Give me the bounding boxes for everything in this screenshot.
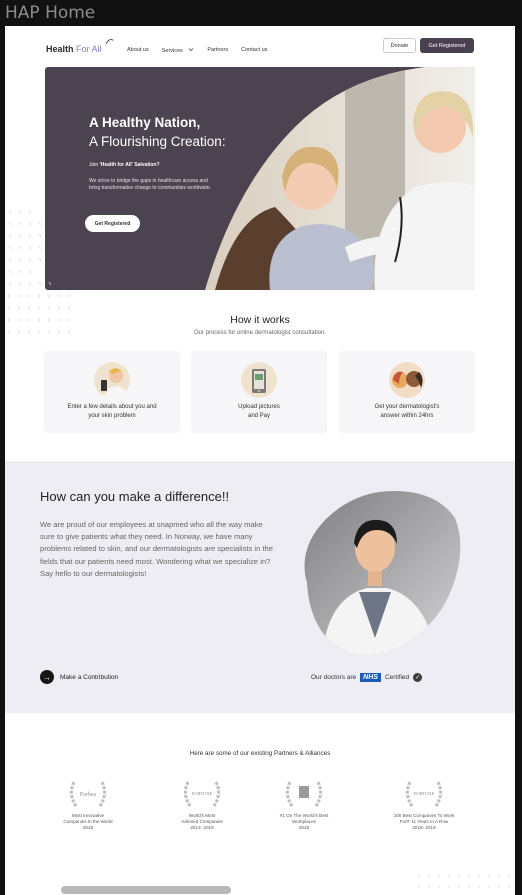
get-registered-button[interactable]: Get Registered [420, 38, 474, 53]
arrow-right-icon: → [40, 670, 54, 684]
award-3-line-3: 2018 [298, 824, 310, 830]
award-1-line-2: Companies In the World [63, 818, 113, 824]
certified-label: Certified [384, 674, 410, 681]
decorative-dash-pattern-bottom [418, 875, 510, 888]
hero-title-rest: A Flourishing Creation: [89, 134, 226, 149]
award-1-line-3: 2018 [82, 824, 94, 830]
award-4-line-3: 2018- 2019 [412, 824, 436, 830]
award-2-line-3: 2013- 2019 [190, 824, 214, 830]
chevron-down-icon [189, 48, 194, 51]
step-3-line-1: Get your dermatologist's [374, 404, 440, 410]
step-text: Upload pictures and Pay [191, 403, 327, 421]
difference-section: How can you make a difference!! We are p… [5, 461, 515, 713]
step-text: Get your dermatologist's answer within 2… [339, 403, 475, 421]
logo-accent: For All [76, 44, 102, 54]
nav-partners[interactable]: Partners [207, 47, 228, 54]
award-caption: 100 Best Companies To Work For® 11 Years… [379, 813, 469, 830]
doctors-prefix: Our doctors are [311, 674, 357, 681]
laurel-icon [285, 781, 323, 807]
laurel-icon: FORTUNE [183, 781, 221, 807]
nav-services[interactable]: Services [162, 47, 195, 54]
how-it-works-title: How it works [230, 314, 290, 326]
award-2-line-1: World's Most [188, 813, 216, 818]
award-3-line-1: #1 On The World's Best [279, 813, 329, 818]
upload-illustration-icon [241, 362, 277, 398]
laurel-icon: Forbes [69, 781, 107, 807]
hero-title: A Healthy Nation, A Flourishing Creation… [89, 113, 226, 151]
donate-button[interactable]: Donate [383, 38, 416, 53]
award-caption: World's Most Admired Companies 2013- 201… [157, 813, 247, 830]
step-2-line-2: and Pay [247, 413, 271, 419]
step-1-line-1: Enter a few details about you and [67, 404, 157, 410]
award-logo: FORTUNE [192, 791, 213, 796]
step-1-line-2: your skin problem [88, 413, 136, 419]
award-fortune-admired: FORTUNE World's Most Admired Companies 2… [157, 778, 247, 830]
make-contribution-link[interactable]: → Make a Contribution [40, 670, 118, 684]
step-text: Enter a few details about you and your s… [44, 403, 180, 421]
nhs-logo: NHS [360, 673, 381, 682]
step-card-answer: Get your dermatologist's answer within 2… [339, 351, 475, 433]
nav-about-us[interactable]: About us [127, 47, 149, 54]
difference-title: How can you make a difference!! [40, 489, 230, 504]
award-forbes: Forbes Most Innovative Companies In the … [43, 778, 133, 830]
hero-sub-bold: 'Health for All' Salvation? [99, 162, 160, 168]
logo-main: Health [46, 44, 74, 54]
step-2-line-1: Upload pictures [238, 404, 280, 410]
logo-swoosh-icon [105, 39, 114, 45]
hero-banner: A Healthy Nation, A Flourishing Creation… [45, 67, 475, 290]
difference-text: We are proud of our employees at snapmed… [40, 520, 273, 578]
hero-title-bold: A Healthy Nation, [89, 115, 201, 130]
conversation-illustration-icon [389, 362, 425, 398]
phone-illustration-icon [94, 362, 130, 398]
how-it-works-subtitle: Our process for online dermatologist con… [193, 330, 327, 336]
award-4-line-1: 100 Best Companies To Work [393, 813, 455, 818]
hero-sub-prefix: Join [89, 162, 100, 168]
nhs-certified-badge: Our doctors are NHS Certified ✓ [311, 673, 423, 682]
hero-description: We strive to bridge the gaps in healthca… [89, 178, 211, 191]
award-2-line-2: Admired Companies [181, 818, 223, 824]
award-3-line-2: Workplaces [292, 818, 316, 824]
step-3-line-2: answer within 24hrs [380, 413, 434, 419]
award-best-workplaces: #1 On The World's Best Workplaces 2018 [259, 778, 349, 830]
contribution-label: Make a Contribution [60, 673, 119, 681]
logo[interactable]: Health For All [46, 44, 102, 54]
page: Health For All About us Services Partner… [5, 26, 515, 895]
award-1-line-1: Most Innovative [71, 813, 105, 818]
main-nav: About us Services Partners Contact us [127, 47, 267, 54]
award-4-line-2: For® 11 Years In A Row [399, 818, 449, 824]
dermatologist-photo [304, 490, 461, 656]
nav-services-label: Services [161, 48, 183, 54]
check-icon: ✓ [413, 673, 423, 682]
nav-contact-us[interactable]: Contact us [241, 47, 267, 54]
step-card-details: Enter a few details about you and your s… [44, 351, 180, 433]
partners-title: Here are some of our existing Partners &… [189, 750, 331, 757]
horizontal-scrollbar[interactable] [61, 886, 231, 894]
hero-get-registered-button[interactable]: Get Registered [85, 215, 140, 232]
laurel-icon: FORTUNE [405, 781, 443, 807]
award-logo: Forbes [80, 792, 97, 798]
award-caption: Most Innovative Companies In the World 2… [43, 813, 133, 830]
award-caption: #1 On The World's Best Workplaces 2018 [259, 813, 349, 830]
step-card-upload: Upload pictures and Pay [191, 351, 327, 433]
hero-subtitle: Join 'Health for All' Salvation? [89, 162, 160, 168]
award-logo: FORTUNE [414, 791, 435, 796]
award-fortune-best: FORTUNE 100 Best Companies To Work For® … [379, 778, 469, 830]
window-title: HAP Home [5, 3, 96, 23]
